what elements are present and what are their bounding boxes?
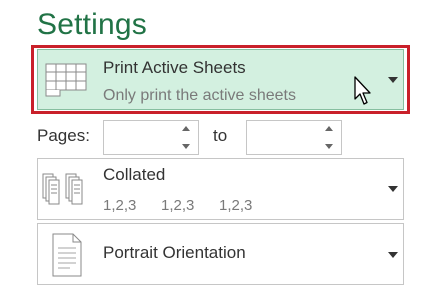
chevron-down-icon (388, 186, 398, 192)
collation-dropdown[interactable]: Collated 1,2,3 1,2,3 1,2,3 (37, 158, 404, 220)
pages-to-spinner[interactable] (246, 120, 342, 155)
spin-up-icon[interactable] (325, 126, 333, 131)
pages-to-label: to (213, 126, 228, 145)
orientation-dropdown[interactable]: Portrait Orientation (37, 223, 404, 285)
collation-sequence: 1,2,3 1,2,3 1,2,3 (103, 197, 277, 214)
collated-pages-icon (42, 173, 83, 205)
collation-seq-2: 1,2,3 (161, 197, 195, 214)
active-sheets-grid-icon (45, 63, 87, 97)
settings-heading: Settings (37, 8, 147, 41)
print-what-subtitle: Only print the active sheets (103, 87, 296, 104)
portrait-page-icon (52, 233, 82, 277)
collation-title: Collated (103, 165, 166, 184)
spin-down-icon[interactable] (325, 144, 333, 149)
print-what-dropdown[interactable]: Print Active Sheets Only print the activ… (37, 49, 404, 110)
pages-from-spinner[interactable] (103, 120, 199, 155)
chevron-down-icon (388, 252, 398, 258)
spin-down-icon[interactable] (182, 144, 190, 149)
chevron-down-icon (388, 77, 398, 83)
print-what-title: Print Active Sheets (103, 58, 246, 77)
collation-seq-3: 1,2,3 (219, 197, 253, 214)
orientation-title: Portrait Orientation (103, 243, 246, 262)
pages-to-input[interactable] (251, 125, 323, 151)
mouse-pointer-icon (354, 76, 371, 105)
pages-label: Pages: (37, 126, 90, 145)
spin-up-icon[interactable] (182, 126, 190, 131)
pages-from-input[interactable] (108, 125, 180, 151)
collation-seq-1: 1,2,3 (103, 197, 137, 214)
